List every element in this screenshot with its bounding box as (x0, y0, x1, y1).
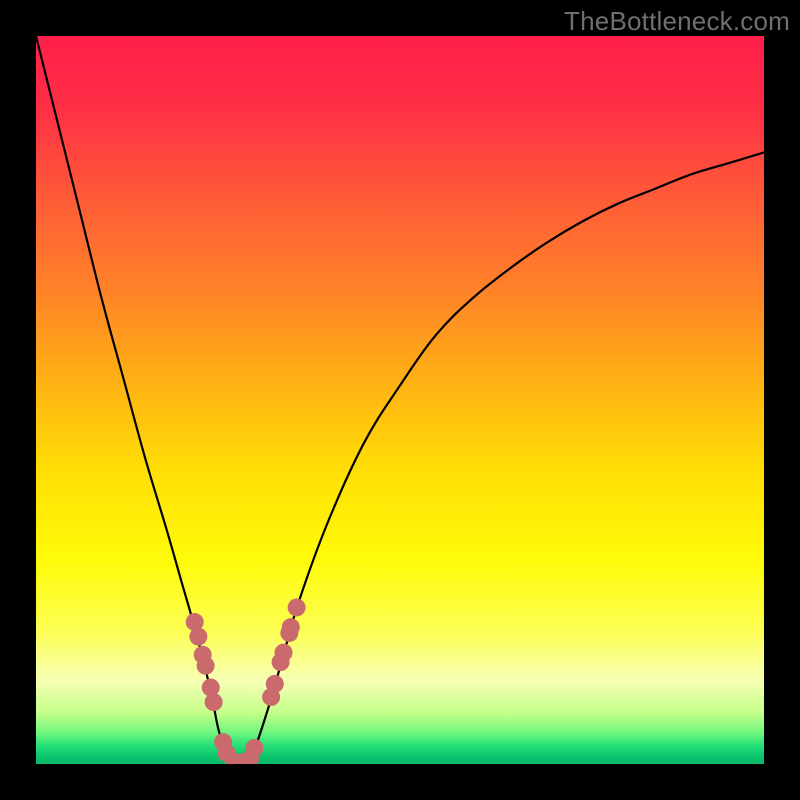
plot-background (36, 36, 764, 764)
chart-frame: TheBottleneck.com (0, 0, 800, 800)
marker-dot (275, 644, 293, 662)
marker-dot (288, 598, 306, 616)
marker-dot (266, 675, 284, 693)
chart-svg (36, 36, 764, 764)
watermark-text: TheBottleneck.com (564, 6, 790, 37)
marker-dot (205, 693, 223, 711)
marker-dot (189, 628, 207, 646)
plot-area (36, 36, 764, 764)
marker-dot (245, 739, 263, 757)
marker-dot (197, 657, 215, 675)
marker-dot (282, 618, 300, 636)
